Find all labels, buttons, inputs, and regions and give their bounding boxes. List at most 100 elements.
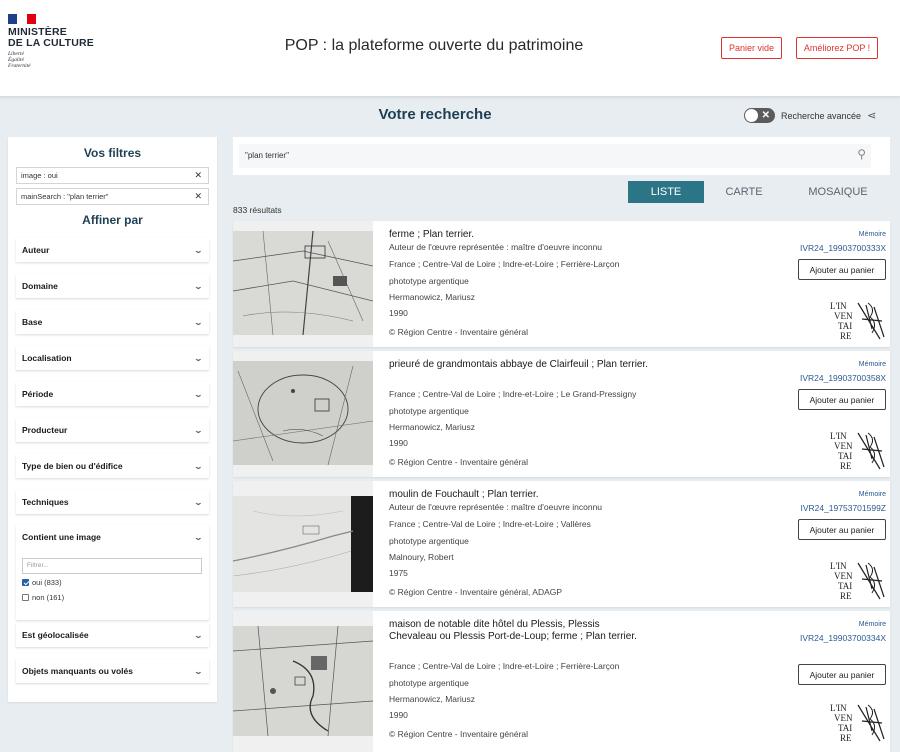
search-bar: "plan terrier" ⚲ bbox=[233, 137, 890, 175]
result-location: France ; Centre-Val de Loire ; Indre-et-… bbox=[389, 259, 620, 269]
filter-section-manquants[interactable]: Objets manquants ou volés ⌄ bbox=[16, 659, 209, 683]
result-thumbnail[interactable] bbox=[233, 351, 373, 477]
remove-filter-icon[interactable]: ✕ bbox=[194, 189, 202, 204]
result-title[interactable]: prieuré de grandmontais abbaye de Clairf… bbox=[389, 359, 649, 371]
tab-carte[interactable]: CARTE bbox=[704, 181, 784, 203]
tab-mosaique[interactable]: MOSAIQUE bbox=[784, 181, 892, 203]
result-thumbnail[interactable] bbox=[233, 611, 373, 752]
logo-text: TAI bbox=[838, 321, 852, 331]
result-reference: IVR24_19903700334X bbox=[799, 633, 886, 643]
filter-section-producteur[interactable]: Producteur ⌄ bbox=[16, 418, 209, 442]
improve-pop-button[interactable]: Améliorez POP ! bbox=[796, 37, 878, 59]
add-to-cart-button[interactable]: Ajouter au panier bbox=[798, 259, 886, 280]
advanced-search-toggle[interactable]: ✕ bbox=[744, 108, 775, 123]
search-input[interactable]: "plan terrier" bbox=[239, 144, 871, 168]
logo-text: L'IN bbox=[830, 301, 847, 311]
cart-button[interactable]: Panier vide bbox=[721, 37, 782, 59]
logo-text: L'IN bbox=[830, 703, 847, 713]
chevron-down-icon: ⌄ bbox=[193, 245, 204, 255]
result-card[interactable]: ferme ; Plan terrier. Auteur de l'œuvre … bbox=[233, 221, 890, 347]
logo-text: RE bbox=[840, 331, 852, 341]
logo-text: RE bbox=[840, 461, 852, 471]
result-thumbnail[interactable] bbox=[233, 221, 373, 347]
close-icon: ✕ bbox=[761, 110, 770, 121]
image-option-oui[interactable]: oui (833) bbox=[22, 578, 62, 587]
option-label: non (161) bbox=[32, 593, 65, 602]
section-label: Objets manquants ou volés bbox=[22, 666, 133, 676]
result-card[interactable]: moulin de Fouchault ; Plan terrier. Aute… bbox=[233, 481, 890, 607]
image-option-non[interactable]: non (161) bbox=[22, 593, 64, 602]
filter-section-image-header[interactable]: Contient une image ⌄ bbox=[16, 525, 209, 549]
filter-section-techniques[interactable]: Techniques ⌄ bbox=[16, 490, 209, 514]
advanced-search[interactable]: ✕ Recherche avancée ⋖ bbox=[744, 108, 876, 123]
checkbox-unchecked[interactable] bbox=[22, 594, 29, 601]
section-label: Domaine bbox=[22, 281, 58, 291]
active-filter-label: mainSearch : "plan terrier" bbox=[21, 192, 109, 201]
result-year: 1975 bbox=[389, 568, 408, 578]
section-label: Type de bien ou d'édifice bbox=[22, 461, 123, 471]
result-base: Mémoire bbox=[858, 621, 886, 628]
result-copyright: © Région Centre - Inventaire général bbox=[389, 457, 529, 467]
add-to-cart-button[interactable]: Ajouter au panier bbox=[798, 519, 886, 540]
search-icon[interactable]: ⚲ bbox=[857, 147, 866, 161]
result-photographer: Hermanowicz, Mariusz bbox=[389, 292, 475, 302]
logo-text: RE bbox=[840, 591, 852, 601]
add-to-cart-button[interactable]: Ajouter au panier bbox=[798, 664, 886, 685]
filters-sidebar: Vos filtres image : oui ✕ mainSearch : "… bbox=[8, 137, 217, 702]
result-thumbnail[interactable] bbox=[233, 481, 373, 607]
chevron-down-icon: ⌄ bbox=[193, 666, 204, 676]
refine-title: Affiner par bbox=[82, 213, 143, 227]
result-year: 1990 bbox=[389, 308, 408, 318]
chevron-down-icon: ⌄ bbox=[193, 532, 204, 542]
tab-liste[interactable]: LISTE bbox=[628, 181, 704, 203]
result-card[interactable]: maison de notable dite hôtel du Plessis,… bbox=[233, 611, 890, 752]
filter-section-base[interactable]: Base ⌄ bbox=[16, 310, 209, 334]
active-filter-chip: image : oui ✕ bbox=[16, 167, 209, 184]
option-label: oui (833) bbox=[32, 578, 62, 587]
chevron-down-icon: ⌄ bbox=[193, 353, 204, 363]
section-label: Base bbox=[22, 317, 43, 327]
section-label: Période bbox=[22, 389, 54, 399]
filter-section-image: Contient une image ⌄ Filtrer... oui (833)… bbox=[16, 525, 209, 620]
image-filter-input[interactable]: Filtrer... bbox=[22, 558, 202, 574]
chevron-down-icon: ⌄ bbox=[193, 630, 204, 640]
result-reference: IVR24_19903700333X bbox=[799, 243, 886, 253]
logo-text: TAI bbox=[838, 451, 852, 461]
result-technique: phototype argentique bbox=[389, 536, 469, 546]
filter-section-auteur[interactable]: Auteur ⌄ bbox=[16, 238, 209, 262]
share-icon[interactable]: ⋖ bbox=[867, 109, 876, 122]
result-title[interactable]: moulin de Fouchault ; Plan terrier. bbox=[389, 489, 649, 501]
inventaire-logo-icon: L'IN VEN TAI RE bbox=[830, 703, 885, 743]
result-title[interactable]: ferme ; Plan terrier. bbox=[389, 229, 649, 241]
result-reference: IVR24_19903700358X bbox=[799, 373, 886, 383]
result-technique: phototype argentique bbox=[389, 678, 469, 688]
active-filter-chip: mainSearch : "plan terrier" ✕ bbox=[16, 188, 209, 205]
result-photographer: Malnoury, Robert bbox=[389, 552, 454, 562]
logo-text: VEN bbox=[834, 311, 853, 321]
result-copyright: © Région Centre - Inventaire général, AD… bbox=[389, 587, 563, 597]
filter-section-localisation[interactable]: Localisation ⌄ bbox=[16, 346, 209, 370]
section-label: Contient une image bbox=[22, 532, 101, 542]
filter-section-geolocalisee[interactable]: Est géolocalisée ⌄ bbox=[16, 623, 209, 647]
add-to-cart-button[interactable]: Ajouter au panier bbox=[798, 389, 886, 410]
logo-text: VEN bbox=[834, 713, 853, 723]
result-technique: phototype argentique bbox=[389, 276, 469, 286]
logo-text: L'IN bbox=[830, 561, 847, 571]
result-author: Auteur de l'œuvre représentée : maître d… bbox=[389, 242, 603, 252]
filter-section-domaine[interactable]: Domaine ⌄ bbox=[16, 274, 209, 298]
result-count: 833 résultats bbox=[233, 205, 282, 215]
section-label: Localisation bbox=[22, 353, 72, 363]
result-title[interactable]: maison de notable dite hôtel du Plessis,… bbox=[389, 619, 649, 642]
toggle-knob bbox=[745, 109, 758, 122]
result-year: 1990 bbox=[389, 710, 408, 720]
filter-section-periode[interactable]: Période ⌄ bbox=[16, 382, 209, 406]
result-photographer: Hermanowicz, Mariusz bbox=[389, 694, 475, 704]
remove-filter-icon[interactable]: ✕ bbox=[194, 168, 202, 183]
result-location: France ; Centre-Val de Loire ; Indre-et-… bbox=[389, 389, 637, 399]
checkbox-checked[interactable] bbox=[22, 579, 29, 586]
filter-section-type[interactable]: Type de bien ou d'édifice ⌄ bbox=[16, 454, 209, 478]
view-tabs: LISTE CARTE MOSAIQUE bbox=[628, 181, 892, 203]
result-card[interactable]: prieuré de grandmontais abbaye de Clairf… bbox=[233, 351, 890, 477]
search-heading: Votre recherche bbox=[378, 106, 492, 123]
advanced-search-label: Recherche avancée bbox=[781, 110, 862, 121]
